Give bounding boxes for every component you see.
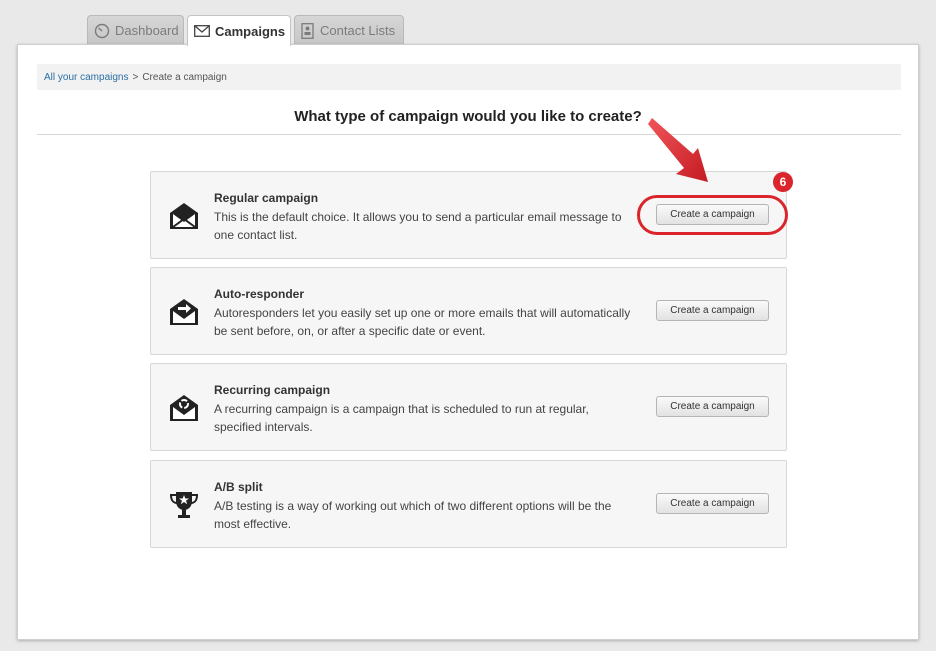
breadcrumb-separator: >: [132, 71, 139, 83]
divider: [37, 134, 901, 135]
create-ab-split-button[interactable]: Create a campaign: [656, 493, 769, 514]
page-title: What type of campaign would you like to …: [294, 108, 642, 125]
envelope-arrow-icon: [168, 296, 200, 328]
create-auto-responder-button[interactable]: Create a campaign: [656, 300, 769, 321]
option-description: Autoresponders let you easily set up one…: [214, 306, 631, 338]
option-recurring-campaign: Recurring campaign A recurring campaign …: [150, 363, 787, 451]
annotation-arrow-icon: [638, 110, 718, 195]
step-badge: 6: [773, 172, 793, 192]
tab-contact-lists[interactable]: Contact Lists: [294, 15, 404, 45]
envelope-icon: [194, 25, 210, 37]
contacts-icon: [301, 22, 315, 39]
tab-label: Campaigns: [215, 23, 286, 39]
breadcrumb-current: Create a campaign: [142, 71, 227, 83]
tab-dashboard[interactable]: Dashboard: [87, 15, 184, 45]
tab-campaigns[interactable]: Campaigns: [187, 15, 291, 46]
option-title: Regular campaign: [214, 191, 319, 205]
option-description: This is the default choice. It allows yo…: [214, 210, 622, 242]
create-recurring-campaign-button[interactable]: Create a campaign: [656, 396, 769, 417]
tab-label: Dashboard: [115, 23, 179, 38]
option-description: A recurring campaign is a campaign that …: [214, 402, 589, 434]
option-auto-responder: Auto-responder Autoresponders let you ea…: [150, 267, 787, 355]
envelope-recycle-icon: [168, 392, 200, 424]
breadcrumb-link-campaigns[interactable]: All your campaigns: [44, 72, 128, 83]
open-envelope-icon: [168, 200, 200, 232]
highlight-ring: [637, 195, 788, 235]
option-description: A/B testing is a way of working out whic…: [214, 499, 612, 531]
main-panel: All your campaigns > Create a campaign W…: [17, 44, 919, 640]
option-title: Recurring campaign: [214, 383, 331, 397]
trophy-icon: [168, 489, 200, 521]
tab-label: Contact Lists: [320, 23, 396, 38]
option-title: Auto-responder: [214, 287, 304, 301]
gauge-icon: [94, 23, 110, 39]
option-title: A/B split: [214, 480, 263, 494]
breadcrumb: All your campaigns > Create a campaign: [37, 64, 901, 90]
option-ab-split: A/B split A/B testing is a way of workin…: [150, 460, 787, 548]
